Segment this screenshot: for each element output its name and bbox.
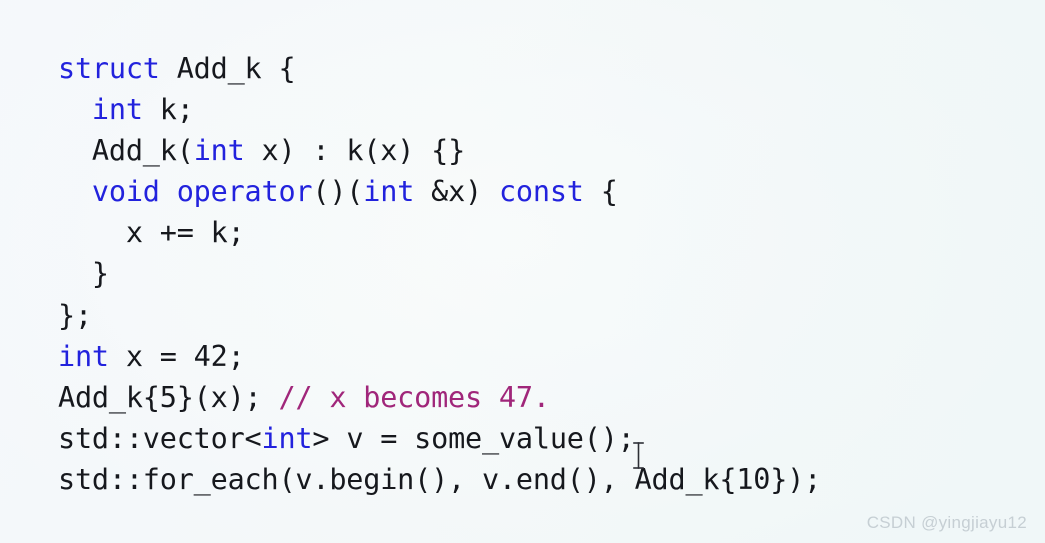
code-line: Add_k{5}(x); // x becomes 47. xyxy=(58,377,821,418)
code-token-plain: }; xyxy=(58,298,92,332)
code-token-plain: std::vector< xyxy=(58,422,262,456)
code-token-keyword: int xyxy=(58,339,109,373)
code-token-keyword: int xyxy=(91,92,143,126)
code-token-plain: x += k; xyxy=(125,216,245,250)
code-token-plain: > v = some_value(); xyxy=(312,422,635,456)
code-line: void operator()(int &x) const { xyxy=(58,171,821,212)
code-token-keyword: int xyxy=(261,422,313,456)
code-block: struct Add_k { int k; Add_k(int x) : k(x… xyxy=(58,48,821,501)
code-token-plain: &x) xyxy=(414,175,499,209)
code-token-keyword: void operator xyxy=(91,175,313,209)
code-line: struct Add_k { xyxy=(58,48,821,89)
code-token-plain: } xyxy=(91,257,109,291)
code-token-plain: k; xyxy=(142,92,194,126)
slide-canvas: struct Add_k { int k; Add_k(int x) : k(x… xyxy=(0,0,1045,543)
code-token-plain: std::for_each(v.begin(), v.end(), Add_k{… xyxy=(58,463,822,497)
code-line: Add_k(int x) : k(x) {} xyxy=(58,130,821,171)
code-line: std::vector<int> v = some_value(); xyxy=(58,418,821,459)
code-token-keyword: struct xyxy=(58,51,160,85)
code-token-plain: Add_k( xyxy=(91,133,194,167)
code-line: x += k; xyxy=(58,212,821,253)
code-token-plain: x = 42; xyxy=(108,339,245,373)
csdn-watermark: CSDN @yingjiayu12 xyxy=(866,513,1027,532)
code-token-keyword: int xyxy=(193,133,245,167)
code-token-plain: Add_k{5}(x); xyxy=(58,381,279,414)
code-line: std::for_each(v.begin(), v.end(), Add_k{… xyxy=(58,459,821,500)
code-line: int x = 42; xyxy=(58,336,821,377)
code-token-comment: // x becomes 47. xyxy=(278,381,550,414)
code-token-plain: Add_k { xyxy=(159,51,296,85)
code-token-plain: x) : k(x) {} xyxy=(244,133,466,167)
code-token-plain: ()( xyxy=(312,175,364,209)
code-line: } xyxy=(58,253,821,294)
code-token-keyword: int xyxy=(363,175,415,209)
code-line: int k; xyxy=(58,89,821,130)
code-token-keyword: const xyxy=(498,175,584,209)
code-token-plain: { xyxy=(583,175,618,209)
code-line: }; xyxy=(58,295,821,336)
